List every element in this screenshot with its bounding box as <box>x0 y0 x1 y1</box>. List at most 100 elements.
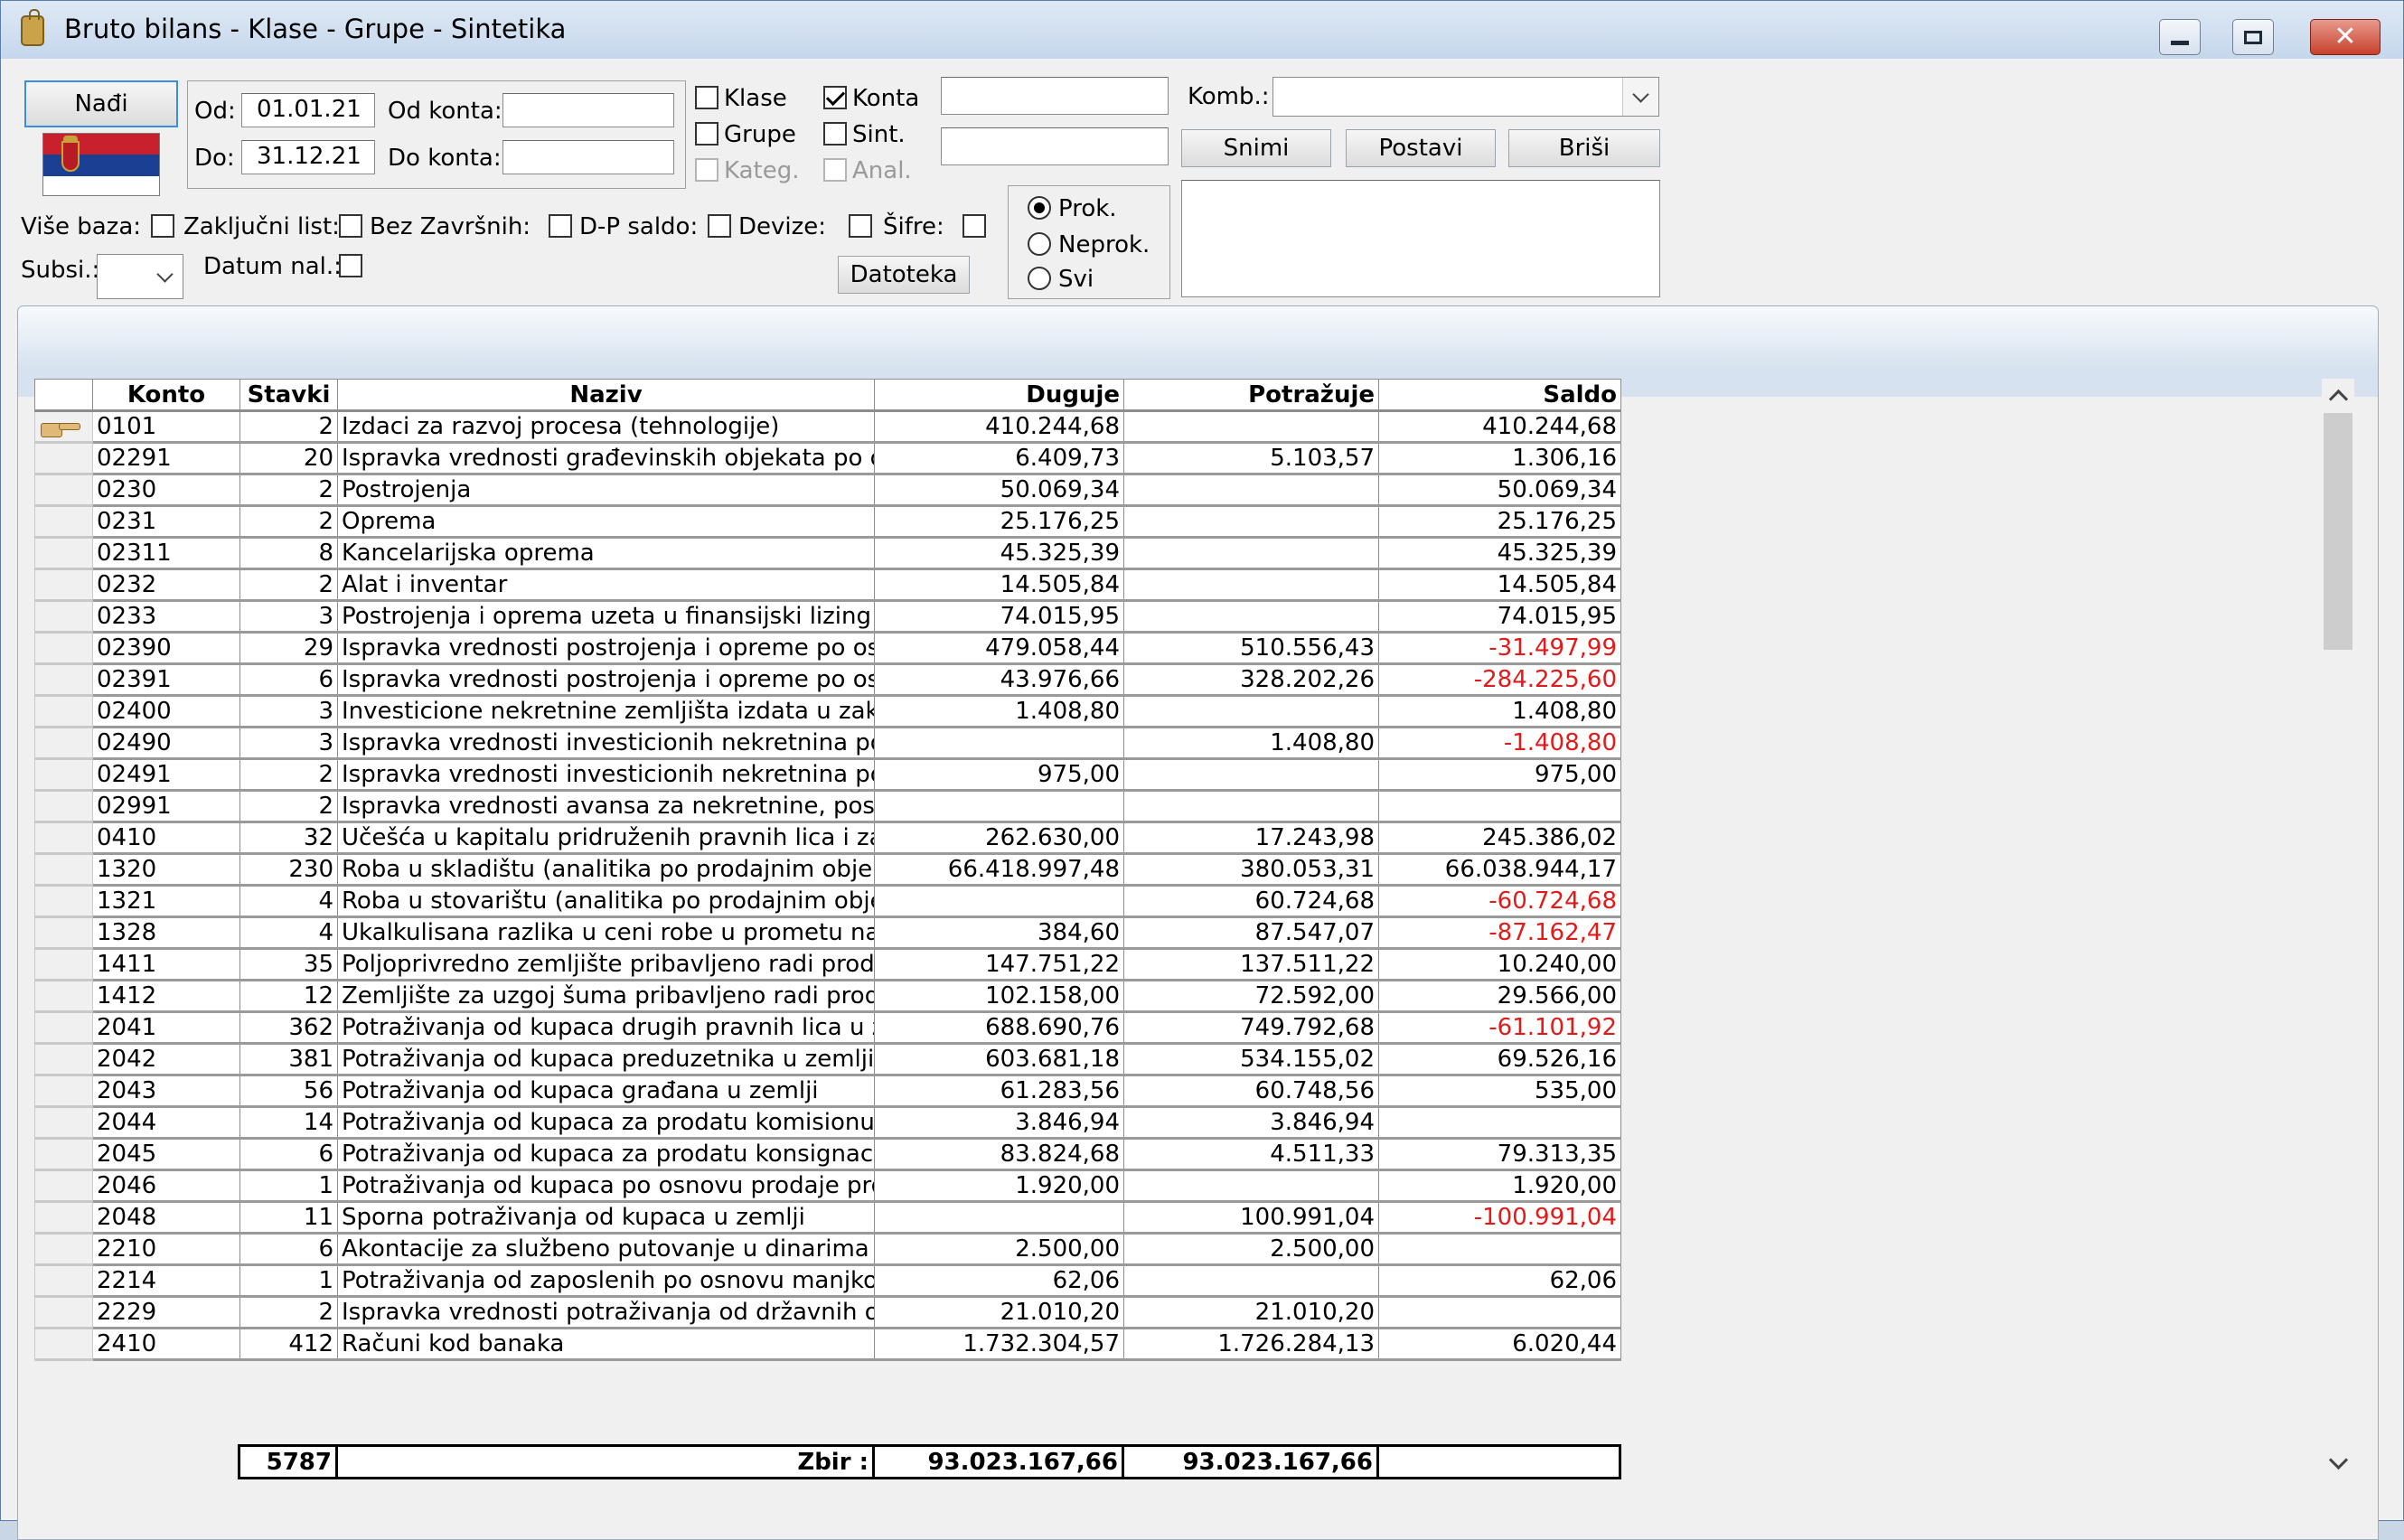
konto-cell[interactable]: 1411 <box>92 948 240 981</box>
saldo-cell[interactable]: 74.015,95 <box>1378 600 1621 634</box>
konto-cell[interactable]: 0233 <box>92 600 240 634</box>
potrazuje-cell[interactable]: 380.053,31 <box>1123 853 1379 887</box>
potrazuje-cell[interactable]: 2.500,00 <box>1123 1233 1379 1266</box>
row-indicator[interactable] <box>34 1264 93 1298</box>
row-indicator[interactable] <box>34 695 93 728</box>
column-header-saldo[interactable]: Saldo <box>1378 379 1621 412</box>
konto-cell[interactable]: 2041 <box>92 1011 240 1045</box>
duguje-cell[interactable]: 688.690,76 <box>874 1011 1124 1045</box>
stavki-cell[interactable]: 1 <box>239 1169 338 1203</box>
scroll-thumb[interactable] <box>2324 413 2352 650</box>
saldo-cell[interactable]: -1.408,80 <box>1378 727 1621 760</box>
row-indicator[interactable] <box>34 1043 93 1076</box>
row-indicator[interactable] <box>34 1169 93 1203</box>
table-row[interactable]: 1321 4 Roba u stovarištu (analitika po pro… <box>34 885 1621 918</box>
potrazuje-cell[interactable]: 1.726.284,13 <box>1123 1328 1379 1361</box>
stavki-cell[interactable]: 2 <box>239 568 338 602</box>
naziv-cell[interactable]: Akontacije za službeno putovanje u dinar… <box>337 1233 875 1266</box>
row-indicator[interactable] <box>34 948 93 981</box>
stavki-cell[interactable]: 8 <box>239 537 338 570</box>
saldo-cell[interactable]: 10.240,00 <box>1378 948 1621 981</box>
table-row[interactable]: 1328 4 Ukalkulisana razlika u ceni robe u … <box>34 916 1621 950</box>
table-row[interactable]: 2043 56 Potraživanja od kupaca građana u z… <box>34 1075 1621 1108</box>
stavki-cell[interactable]: 29 <box>239 632 338 665</box>
naziv-cell[interactable]: Potraživanja od zaposlenih po osnovu man… <box>337 1264 875 1298</box>
sifre-checkbox[interactable] <box>963 214 986 238</box>
chevron-down-icon[interactable] <box>1622 78 1658 116</box>
naziv-cell[interactable]: Ispravka vrednosti postrojenja i opreme … <box>337 663 875 697</box>
duguje-cell[interactable]: 62,06 <box>874 1264 1124 1298</box>
table-row[interactable]: 0410 32 Učešća u kapitalu pridruženih prav… <box>34 822 1621 855</box>
stavki-cell[interactable]: 12 <box>239 980 338 1013</box>
stavki-cell[interactable]: 2 <box>239 410 338 444</box>
duguje-cell[interactable]: 410.244,68 <box>874 410 1124 444</box>
find-button[interactable]: Nađi <box>24 80 178 127</box>
potrazuje-cell[interactable]: 3.846,94 <box>1123 1106 1379 1140</box>
duguje-cell[interactable]: 1.920,00 <box>874 1169 1124 1203</box>
duguje-cell[interactable]: 66.418.997,48 <box>874 853 1124 887</box>
stavki-cell[interactable]: 6 <box>239 1233 338 1266</box>
row-indicator[interactable] <box>34 568 93 602</box>
naziv-cell[interactable]: Investicione nekretnine zemljišta izdata… <box>337 695 875 728</box>
konto-cell[interactable]: 02391 <box>92 663 240 697</box>
stavki-cell[interactable]: 56 <box>239 1075 338 1108</box>
saldo-cell[interactable]: 410.244,68 <box>1378 410 1621 444</box>
text-field-2[interactable] <box>941 127 1169 165</box>
saldo-cell[interactable]: 245.386,02 <box>1378 822 1621 855</box>
naziv-cell[interactable]: Oprema <box>337 505 875 539</box>
naziv-cell[interactable]: Postrojenja <box>337 474 875 507</box>
table-row[interactable]: 2410 412 Računi kod banaka 1.732.304,57 1.72… <box>34 1328 1621 1361</box>
title-bar[interactable]: Bruto bilans - Klase - Grupe - Sintetika… <box>1 1 2403 59</box>
potrazuje-cell[interactable]: 749.792,68 <box>1123 1011 1379 1045</box>
stavki-cell[interactable]: 14 <box>239 1106 338 1140</box>
column-header-naziv[interactable]: Naziv <box>337 379 875 412</box>
potrazuje-cell[interactable] <box>1123 758 1379 792</box>
table-row[interactable]: 2210 6 Akontacije za službeno putovanje u … <box>34 1233 1621 1266</box>
konto-cell[interactable]: 2042 <box>92 1043 240 1076</box>
saldo-cell[interactable]: 62,06 <box>1378 1264 1621 1298</box>
konto-cell[interactable]: 2043 <box>92 1075 240 1108</box>
potrazuje-cell[interactable]: 21.010,20 <box>1123 1296 1379 1329</box>
neprok-radio[interactable] <box>1028 232 1051 256</box>
chevron-down-icon[interactable] <box>146 255 183 298</box>
row-indicator[interactable] <box>34 505 93 539</box>
duguje-cell[interactable]: 14.505,84 <box>874 568 1124 602</box>
duguje-cell[interactable]: 262.630,00 <box>874 822 1124 855</box>
table-row[interactable]: 2046 1 Potraživanja od kupaca po osnovu pr… <box>34 1169 1621 1203</box>
column-header-stavki[interactable]: Stavki <box>239 379 338 412</box>
stavki-cell[interactable]: 362 <box>239 1011 338 1045</box>
konto-cell[interactable]: 1328 <box>92 916 240 950</box>
duguje-cell[interactable]: 50.069,34 <box>874 474 1124 507</box>
table-row[interactable]: 0231 2 Oprema 25.176,25 25.176,25 <box>34 505 1621 539</box>
table-row[interactable]: 2229 2 Ispravka vrednosti potraživanja od … <box>34 1296 1621 1329</box>
scroll-down-icon[interactable] <box>2322 1447 2354 1479</box>
naziv-cell[interactable]: Ispravka vrednosti investicionih nekretn… <box>337 758 875 792</box>
duguje-cell[interactable]: 384,60 <box>874 916 1124 950</box>
naziv-cell[interactable]: Računi kod banaka <box>337 1328 875 1361</box>
duguje-cell[interactable]: 1.732.304,57 <box>874 1328 1124 1361</box>
table-row[interactable]: 2045 6 Potraživanja od kupaca za prodatu k… <box>34 1138 1621 1171</box>
saldo-cell[interactable]: 975,00 <box>1378 758 1621 792</box>
duguje-cell[interactable]: 1.408,80 <box>874 695 1124 728</box>
row-indicator[interactable] <box>34 822 93 855</box>
naziv-cell[interactable]: Potraživanja od kupaca preduzetnika u ze… <box>337 1043 875 1076</box>
saldo-cell[interactable] <box>1378 790 1621 823</box>
naziv-cell[interactable]: Potraživanja od kupaca po osnovu prodaje… <box>337 1169 875 1203</box>
table-row[interactable]: 1412 12 Zemljište za uzgoj šuma pribavljen… <box>34 980 1621 1013</box>
stavki-cell[interactable]: 2 <box>239 758 338 792</box>
komb-combobox[interactable] <box>1272 77 1659 117</box>
stavki-cell[interactable]: 11 <box>239 1201 338 1235</box>
naziv-cell[interactable]: Izdaci za razvoj procesa (tehnologije) <box>337 410 875 444</box>
duguje-cell[interactable]: 45.325,39 <box>874 537 1124 570</box>
saldo-cell[interactable] <box>1378 1106 1621 1140</box>
duguje-cell[interactable]: 25.176,25 <box>874 505 1124 539</box>
konto-cell[interactable]: 2410 <box>92 1328 240 1361</box>
naziv-cell[interactable]: Ispravka vrednosti potraživanja od držav… <box>337 1296 875 1329</box>
konto-cell[interactable]: 2046 <box>92 1169 240 1203</box>
klase-checkbox[interactable] <box>695 86 718 109</box>
brisi-button[interactable]: Briši <box>1508 129 1660 167</box>
potrazuje-cell[interactable] <box>1123 695 1379 728</box>
serbian-flag-icon[interactable] <box>42 133 160 196</box>
row-indicator[interactable] <box>34 537 93 570</box>
stavki-cell[interactable]: 3 <box>239 600 338 634</box>
